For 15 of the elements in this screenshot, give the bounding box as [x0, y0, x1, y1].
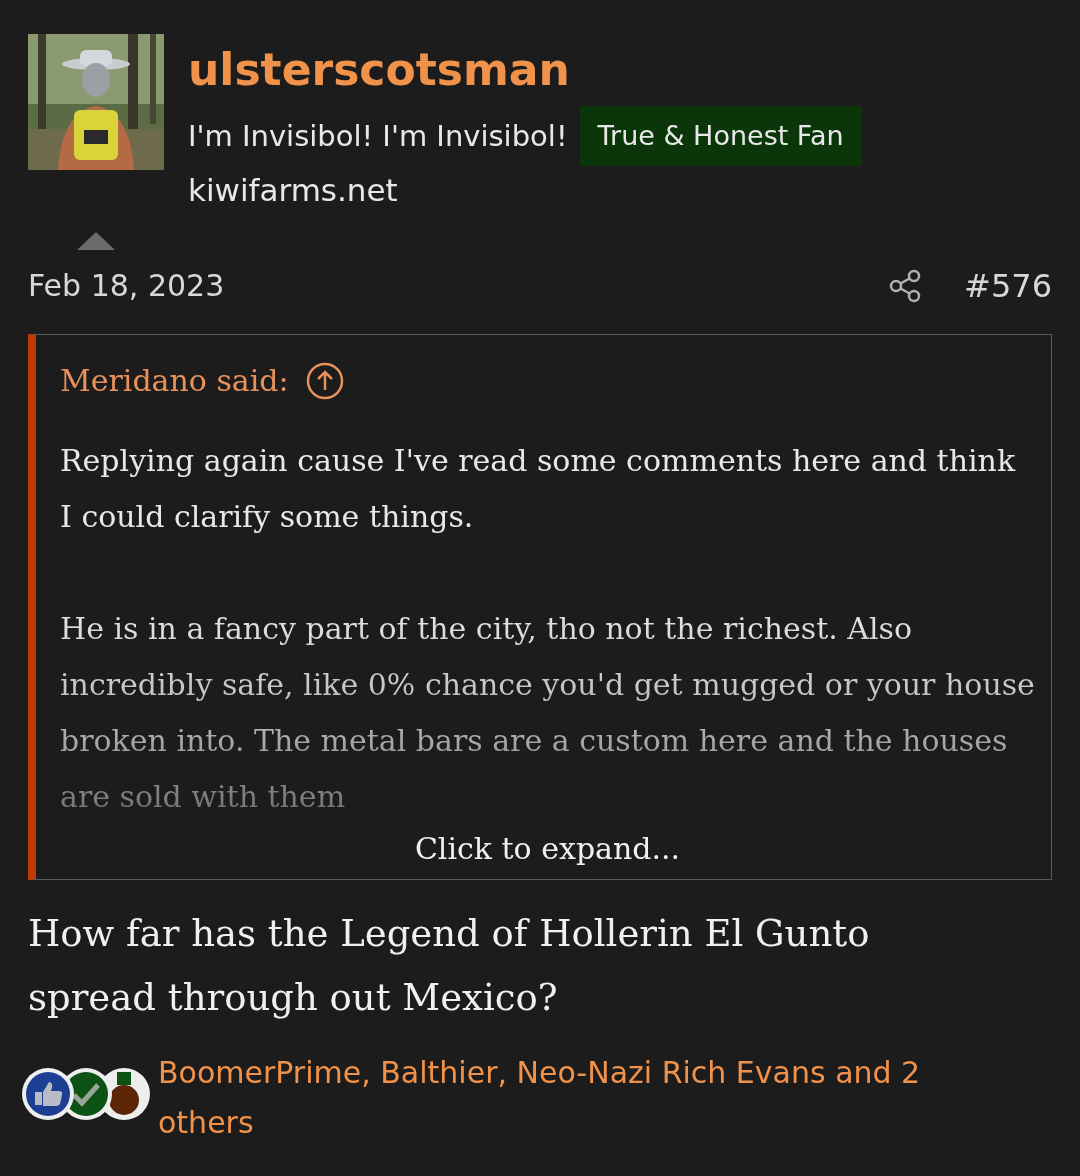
user-title: I'm Invisibol! I'm Invisibol!: [188, 118, 568, 155]
caret-up-icon: [77, 232, 115, 250]
quote-paragraph: Replying again cause I've read some comments here and think I could clarify some things.: [60, 442, 1017, 536]
arrow-up-circle-icon[interactable]: [304, 361, 345, 401]
post-number[interactable]: #576: [964, 266, 1052, 306]
user-banner: True & Honest Fan: [579, 106, 862, 166]
reaction-list-link[interactable]: BoomerPrime, Balthier, Neo-Nazi Rich Evans and 2 others: [158, 1048, 1052, 1148]
expand-link[interactable]: Click to expand...: [414, 829, 681, 869]
post-date[interactable]: Feb 18, 2023: [28, 266, 225, 306]
post-body: How far has the Legend of Hollerin El Gunto spread through out Mexico?: [28, 911, 871, 1021]
thumbs-up-icon: [22, 1068, 74, 1120]
username[interactable]: ulsterscotsman: [188, 42, 862, 98]
quote-attribution[interactable]: Meridano said:: [60, 359, 289, 403]
share-icon[interactable]: [888, 269, 923, 303]
user-site: kiwifarms.net: [188, 171, 399, 210]
